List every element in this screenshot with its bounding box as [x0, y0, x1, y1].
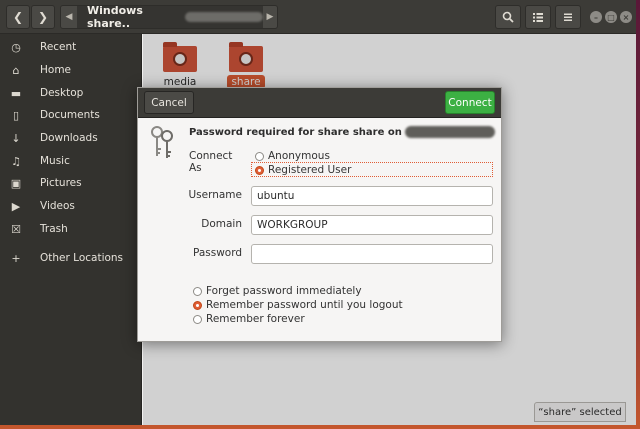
triangle-left-icon: ◀ [65, 12, 73, 22]
music-icon: ♫ [11, 154, 21, 168]
radio-label: Forget password immediately [206, 285, 362, 297]
radio-forget-password[interactable]: Forget password immediately [193, 285, 362, 297]
radio-remember-until-logout[interactable]: Remember password until you logout [193, 299, 403, 311]
sidebar-item-label: Music [40, 155, 70, 167]
path-scroll-left-button[interactable]: ◀ [61, 6, 77, 28]
domain-field[interactable] [251, 215, 493, 235]
path-scroll-right-button[interactable]: ▶ [262, 6, 278, 28]
sidebar-item-desktop[interactable]: ▬ Desktop [0, 82, 142, 104]
sidebar-item-downloads[interactable]: ↓ Downloads [0, 127, 142, 149]
menu-button[interactable] [555, 5, 581, 29]
home-icon: ⌂ [12, 63, 20, 77]
path-current-label: Windows share.. [87, 4, 143, 30]
keys-icon [151, 126, 173, 158]
sidebar-item-label: Downloads [40, 132, 98, 144]
list-view-icon [533, 13, 543, 22]
search-icon [502, 11, 514, 23]
trash-icon: ☒ [11, 222, 21, 236]
path-current-location[interactable]: Windows share.. [77, 4, 263, 30]
radio-indicator [193, 286, 202, 296]
radio-label: Anonymous [268, 150, 330, 162]
close-button[interactable]: × [620, 11, 632, 23]
dialog-header: Cancel Connect [138, 88, 501, 118]
maximize-icon: □ [607, 12, 615, 22]
maximize-button[interactable]: □ [605, 11, 617, 23]
radio-indicator [255, 151, 264, 161]
sidebar: ◷ Recent ⌂ Home ▬ Desktop ▯ Documents ↓ … [0, 34, 142, 425]
domain-label: Domain [201, 218, 242, 230]
username-label: Username [188, 189, 242, 201]
sidebar-item-label: Pictures [40, 177, 82, 189]
sidebar-item-pictures[interactable]: ▣ Pictures [0, 172, 142, 194]
sidebar-item-home[interactable]: ⌂ Home [0, 59, 142, 81]
radio-label: Registered User [268, 164, 352, 176]
sidebar-item-documents[interactable]: ▯ Documents [0, 104, 142, 126]
download-icon: ↓ [11, 131, 21, 145]
password-label: Password [192, 247, 242, 259]
clock-icon: ◷ [11, 40, 21, 54]
radio-label: Remember password until you logout [206, 299, 403, 311]
sidebar-item-label: Desktop [40, 87, 84, 99]
radio-indicator [255, 165, 264, 175]
sidebar-item-label: Documents [40, 109, 100, 121]
username-field[interactable] [251, 186, 493, 206]
forward-button[interactable]: ❯ [31, 5, 55, 29]
sidebar-item-label: Videos [40, 200, 75, 212]
dialog-title-text: Password required for share share on [189, 126, 402, 138]
plus-icon: + [11, 251, 21, 265]
close-icon: × [622, 12, 630, 22]
sidebar-item-videos[interactable]: ▶ Videos [0, 195, 142, 217]
minimize-icon: – [594, 12, 598, 22]
video-icon: ▶ [11, 199, 21, 213]
minimize-button[interactable]: – [590, 11, 602, 23]
connect-as-label: Connect As [189, 150, 233, 174]
path-bar: ◀ Windows share.. ▶ [60, 4, 278, 30]
sidebar-item-label: Trash [40, 223, 68, 235]
chevron-left-icon: ❮ [12, 10, 24, 24]
search-button[interactable] [495, 5, 521, 29]
folder-icon: ▬ [10, 86, 22, 100]
radio-remember-forever[interactable]: Remember forever [193, 313, 305, 325]
radio-label: Remember forever [206, 313, 305, 325]
connect-button[interactable]: Connect [445, 91, 495, 114]
sidebar-item-recent[interactable]: ◷ Recent [0, 36, 142, 58]
radio-anonymous[interactable]: Anonymous [255, 150, 330, 162]
sidebar-item-label: Home [40, 64, 72, 76]
radio-indicator [193, 300, 202, 310]
hamburger-icon [564, 13, 572, 21]
sidebar-item-label: Recent [40, 41, 77, 53]
view-options-button[interactable] [525, 5, 551, 29]
header-bar: ❮ ❯ ◀ Windows share.. ▶ – □ × [0, 0, 636, 34]
sidebar-item-music[interactable]: ♫ Music [0, 150, 142, 172]
chevron-right-icon: ❯ [37, 10, 49, 24]
dialog-title: Password required for share share on [189, 125, 495, 139]
redacted-host [184, 12, 263, 22]
radio-registered-user[interactable]: Registered User [255, 164, 351, 176]
redacted-host [404, 126, 495, 138]
sidebar-item-other-locations[interactable]: + Other Locations [0, 247, 142, 269]
back-button[interactable]: ❮ [6, 5, 30, 29]
document-icon: ▯ [12, 108, 20, 122]
radio-indicator [193, 314, 202, 324]
password-field[interactable] [251, 244, 493, 264]
camera-icon: ▣ [10, 176, 22, 190]
cancel-button[interactable]: Cancel [144, 91, 194, 114]
sidebar-item-label: Other Locations [40, 252, 124, 264]
triangle-right-icon: ▶ [266, 12, 274, 22]
sidebar-item-trash[interactable]: ☒ Trash [0, 218, 142, 240]
